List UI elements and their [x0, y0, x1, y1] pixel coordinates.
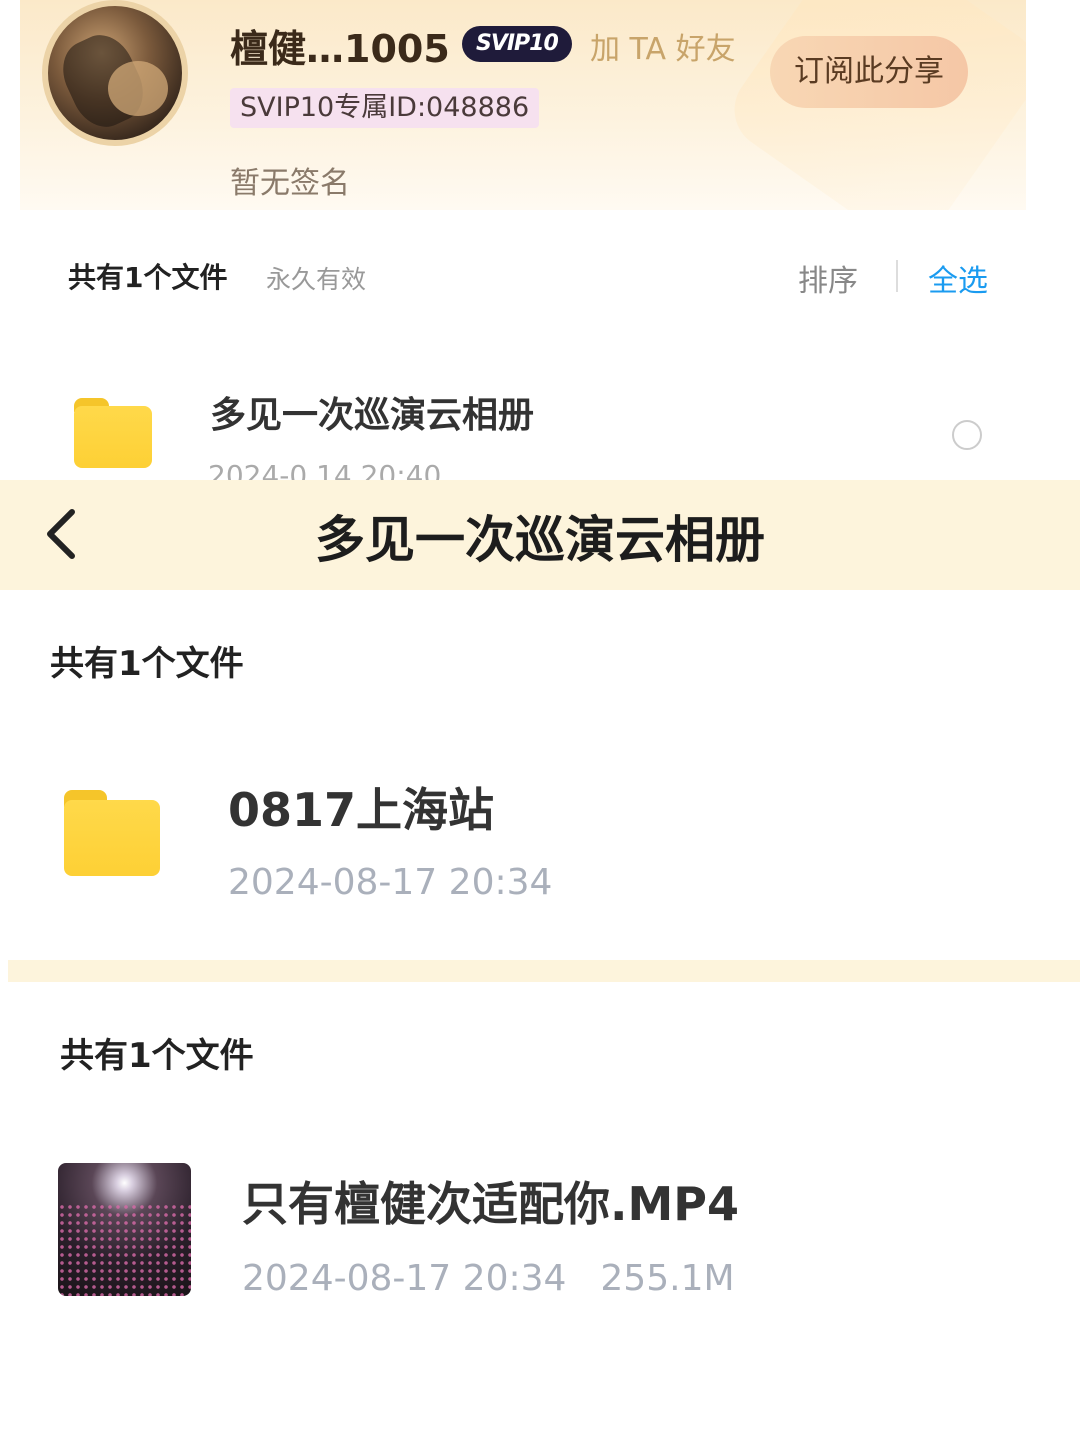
folder-name[interactable]: 0817上海站 [228, 774, 494, 840]
folder-icon [64, 790, 160, 876]
select-all-button[interactable]: 全选 [928, 256, 988, 300]
file-count: 共有1个文件 [68, 261, 228, 294]
file-date: 2024-0 14 20:40 [208, 459, 442, 480]
nav-bar: 多见一次巡演云相册 [0, 480, 1080, 590]
file-meta: 2024-08-17 20:34 255.1M [242, 1258, 735, 1299]
file-date: 2024-08-17 20:34 [228, 862, 553, 903]
file-size: 255.1M [600, 1258, 735, 1299]
select-radio[interactable] [952, 420, 982, 450]
svip-badge: SVIP10 [462, 26, 572, 62]
username: 檀健…1005 [230, 27, 450, 71]
svip-id-tag: SVIP10专属ID:048886 [230, 88, 540, 128]
page-title: 多见一次巡演云相册 [315, 511, 765, 569]
file-name[interactable]: 多见一次巡演云相册 [210, 386, 534, 438]
folder-icon [74, 398, 152, 468]
file-name[interactable]: 只有檀健次适配你.MP4 [242, 1168, 739, 1234]
video-thumbnail[interactable] [58, 1163, 191, 1296]
sort-button[interactable]: 排序 [798, 256, 858, 300]
section-divider [8, 960, 1080, 982]
avatar[interactable] [42, 0, 188, 146]
divider [896, 260, 898, 292]
file-count: 共有1个文件 [60, 1036, 254, 1076]
signature: 暂无签名 [230, 166, 350, 201]
validity-label: 永久有效 [266, 265, 367, 294]
file-date: 2024-08-17 20:34 [242, 1258, 567, 1299]
file-count: 共有1个文件 [50, 644, 244, 684]
subscribe-button[interactable]: 订阅此分享 [770, 36, 968, 108]
add-friend-link[interactable]: 加 TA 好友 [590, 24, 736, 68]
